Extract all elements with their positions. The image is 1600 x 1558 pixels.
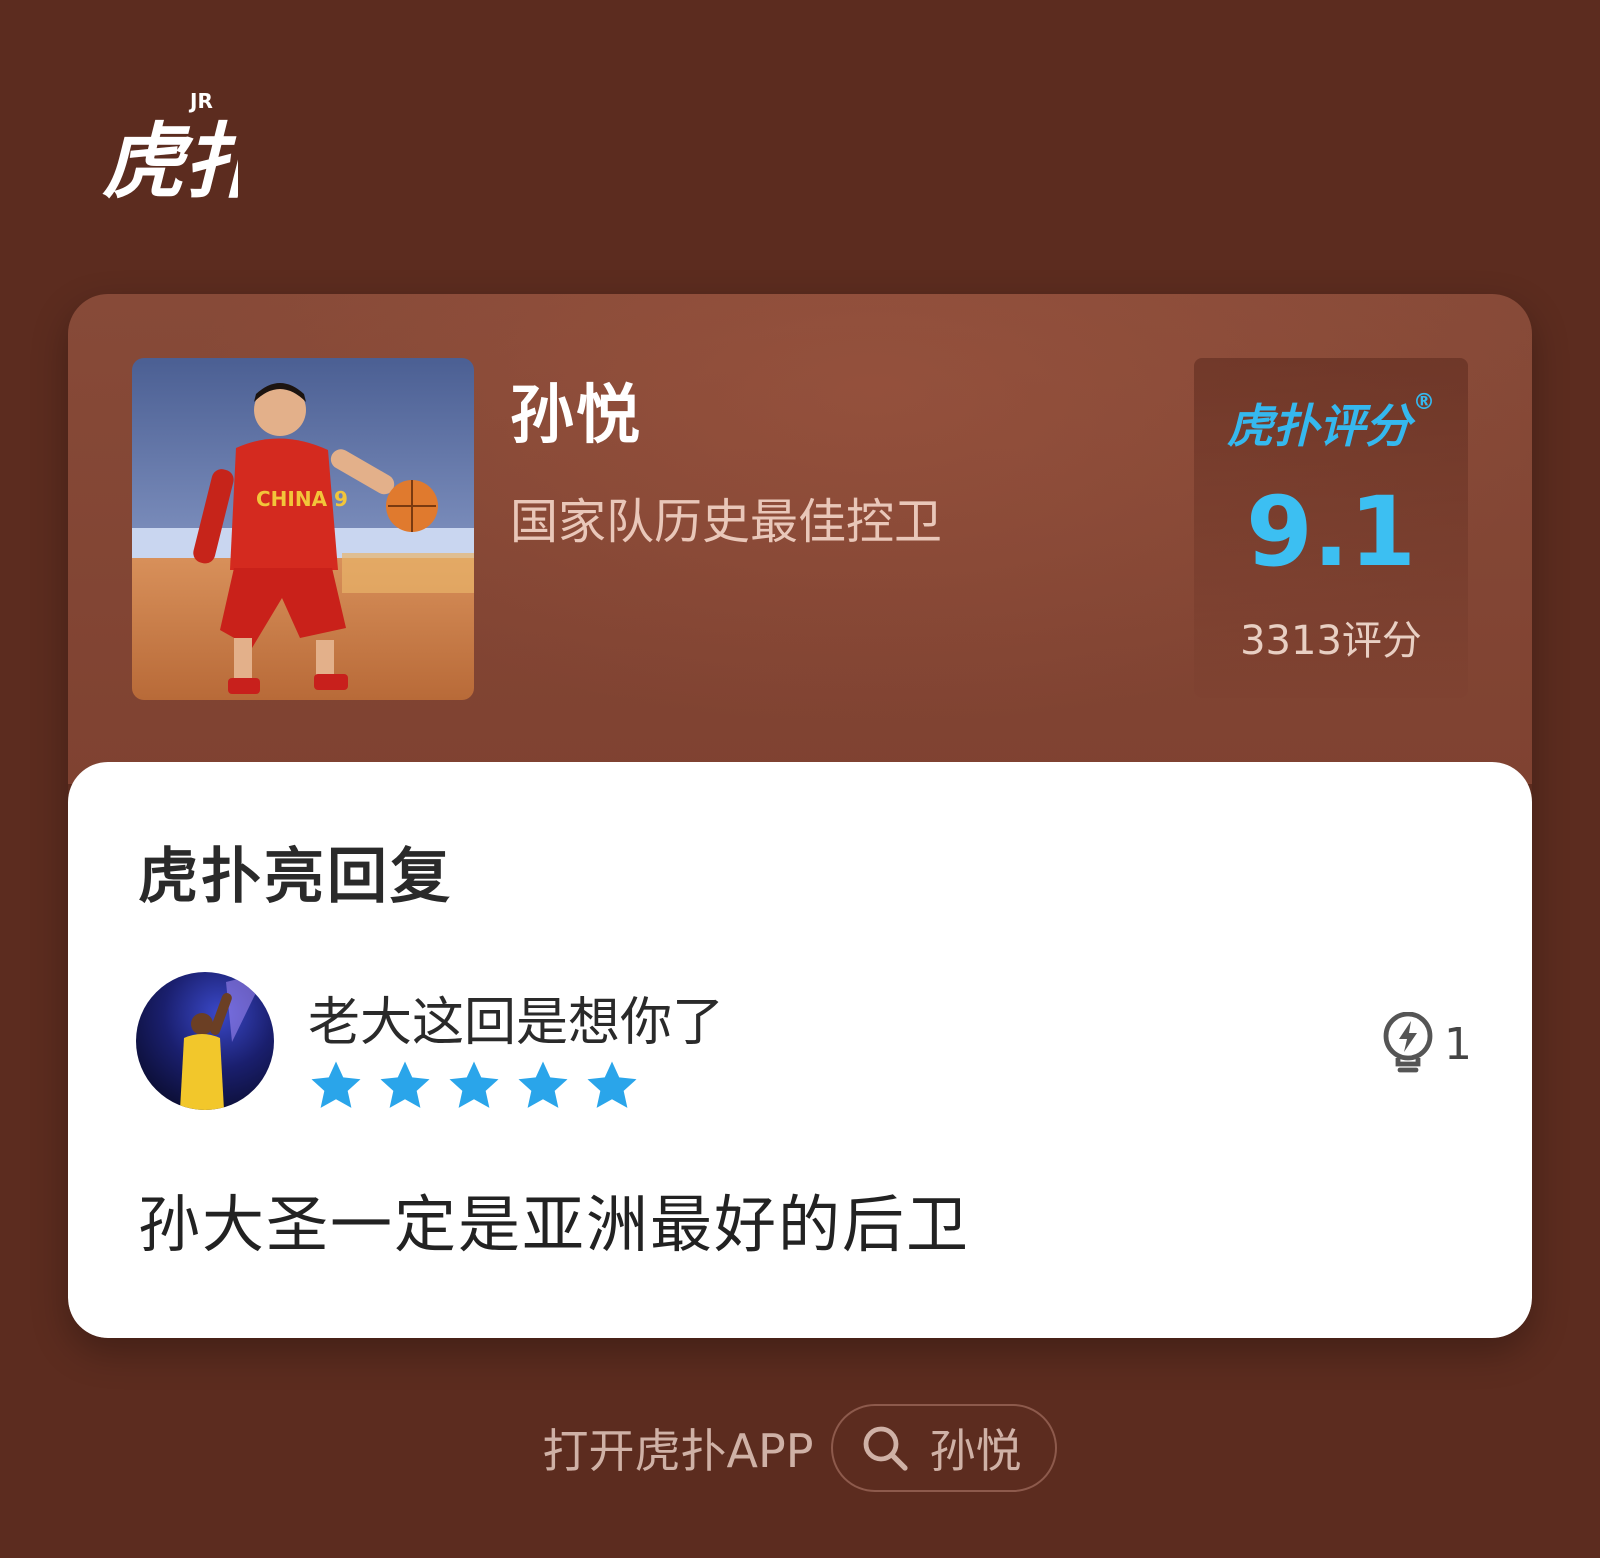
player-title: 国家队历史最佳控卫 <box>510 494 943 550</box>
player-header: CHINA 9 孙悦 国家队历史最佳控卫 虎扑评分® 9.1 3313评分 <box>68 294 1532 784</box>
comment-username: 老大这回是想你了 <box>308 993 725 1053</box>
player-name: 孙悦 <box>510 379 642 453</box>
logo-sup: JR <box>188 89 213 113</box>
player-photo[interactable]: CHINA 9 <box>132 358 474 700</box>
search-icon <box>861 1424 909 1472</box>
hupu-logo-graphic: 虎扑 JR <box>102 89 238 206</box>
rating-box: 虎扑评分® 9.1 3313评分 <box>1194 358 1468 698</box>
hupu-logo: 虎扑 JR <box>98 86 238 206</box>
comment-body: 孙大圣一定是亚洲最好的后卫 <box>138 1188 971 1261</box>
registered-mark: ® <box>1413 390 1435 415</box>
rating-stars <box>308 1058 648 1114</box>
player-card: CHINA 9 孙悦 国家队历史最佳控卫 虎扑评分® 9.1 3313评分 虎扑… <box>68 294 1532 1338</box>
rating-score: 9.1 <box>1245 476 1417 588</box>
rating-count: 3313评分 <box>1240 618 1422 664</box>
lightbulb-icon <box>1378 1012 1438 1076</box>
light-count: 1 <box>1444 1018 1472 1070</box>
avatar[interactable] <box>136 972 274 1110</box>
section-title: 虎扑亮回复 <box>138 842 453 912</box>
search-button[interactable]: 孙悦 <box>831 1404 1058 1492</box>
footer: 打开虎扑APP 孙悦 <box>0 1404 1600 1492</box>
logo-text: 虎扑 <box>102 115 238 206</box>
rating-brand-label: 虎扑评分 <box>1227 399 1411 453</box>
open-app-link[interactable]: 打开虎扑APP <box>543 1415 814 1481</box>
player-photo-graphic: CHINA 9 <box>132 358 474 700</box>
star-icon <box>584 1058 640 1114</box>
star-icon <box>377 1058 433 1114</box>
star-icon <box>515 1058 571 1114</box>
star-icon <box>308 1058 364 1114</box>
comments-section: 虎扑亮回复 老大这回是想你了 1 孙大圣一定是亚洲最好的后卫 <box>68 762 1532 1338</box>
photo-jersey-text: CHINA 9 <box>256 487 348 511</box>
light-button[interactable]: 1 <box>1378 1012 1472 1076</box>
star-icon <box>446 1058 502 1114</box>
avatar-graphic <box>136 972 274 1110</box>
rating-brand: 虎扑评分® <box>1194 390 1468 456</box>
search-term: 孙悦 <box>929 1424 1022 1478</box>
